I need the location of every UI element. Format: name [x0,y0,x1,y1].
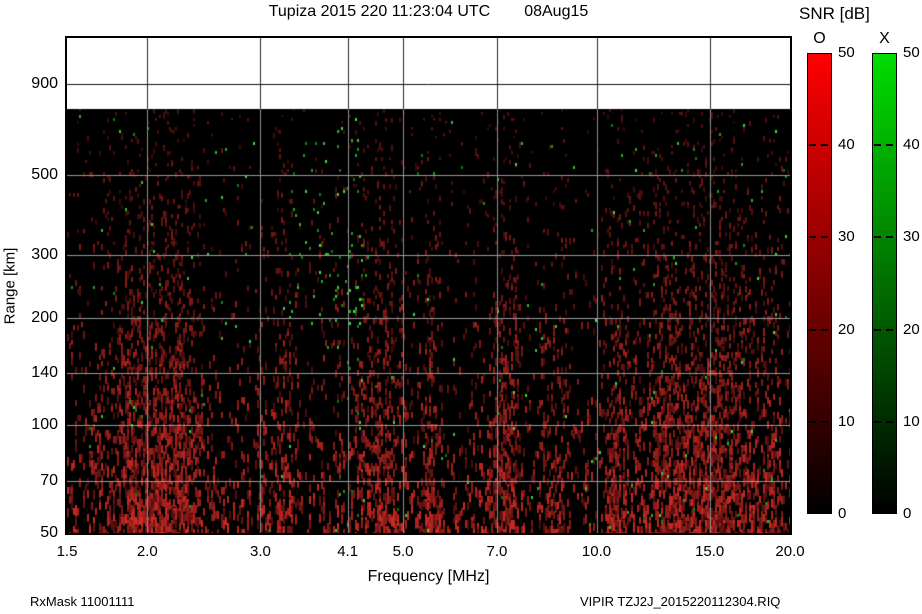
colorbar-tick-mark [874,236,881,239]
colorbar-tick-mark [809,420,816,423]
colorbar-tick-label: 30 [903,228,920,246]
colorbar-tick-mark [821,144,828,147]
x-tick-label: 2.0 [136,543,158,560]
x-tick-label: 7.0 [486,543,508,560]
ionogram-canvas [67,38,790,533]
plot-area [65,36,792,535]
colorbar-tick-mark [874,328,881,331]
plot-title: Tupiza 2015 220 11:23:04 UTC 08Aug15 [67,3,790,21]
colorbar-tick-label: 0 [838,505,847,522]
colorbar-tick-mark [886,420,893,423]
colorbar-tick-label: 20 [903,320,920,338]
colorbar-tick-mark [886,236,893,239]
station-time-title: Tupiza 2015 220 11:23:04 UTC [268,3,491,20]
colorbar-tick-label: 50 [903,44,920,61]
x-tick-label: 3.0 [250,543,271,560]
x-tick-label: 10.0 [581,543,612,560]
colorbar-tick-mark [821,236,828,239]
colorbar-tick-label: 40 [838,136,855,154]
colorbar-tick-label: 40 [903,136,920,154]
colorbar-tick-mark [886,328,893,331]
x-tick-label: 4.1 [337,543,359,560]
colorbar-x-channel-label: X [879,30,890,47]
colorbar-tick-mark [874,420,881,423]
y-tick-label: 50 [40,524,58,541]
colorbar-tick-mark [886,144,893,147]
y-tick-label: 70 [40,471,58,489]
y-tick-label: 300 [31,245,58,263]
colorbar-tick-mark [821,420,828,423]
y-tick-label: 100 [31,416,58,434]
colorbar-tick-mark [809,328,816,331]
colorbar-tick-label: 10 [838,412,855,430]
rxmask-label: RxMask 11001111 [30,594,135,609]
colorbar-tick-mark [809,236,816,239]
filename-label: VIPIR TZJ2J_2015220112304.RIQ [580,594,781,609]
y-tick-label: 500 [31,166,58,184]
y-tick-label: 200 [31,308,58,326]
x-axis-label: Frequency [MHz] [367,568,490,585]
colorbar-tick-mark [821,328,828,331]
y-tick-label: 900 [31,75,58,93]
colorbar-o-channel-label: O [813,30,826,47]
colorbar-tick-label: 50 [838,44,855,61]
x-tick-label: 20.0 [775,543,805,560]
colorbar-tick-label: 10 [903,412,920,430]
colorbar-tick-mark [874,144,881,147]
y-tick-label: 140 [31,364,58,382]
x-tick-label: 15.0 [695,543,725,560]
colorbar-title: SNR [dB] [799,4,870,23]
colorbar-tick-label: 0 [903,505,912,522]
colorbar-tick-label: 20 [838,320,855,338]
colorbar-o-gradient [807,53,832,514]
x-tick-label: 5.0 [392,543,414,560]
ionogram-figure: Tupiza 2015 220 11:23:04 UTC 08Aug15 SNR … [0,0,922,614]
colorbar-tick-label: 30 [838,228,855,246]
colorbar-tick-mark [809,144,816,147]
colorbar-x-gradient [872,53,897,514]
date-label: 08Aug15 [524,3,589,20]
x-tick-label: 1.5 [56,543,78,560]
